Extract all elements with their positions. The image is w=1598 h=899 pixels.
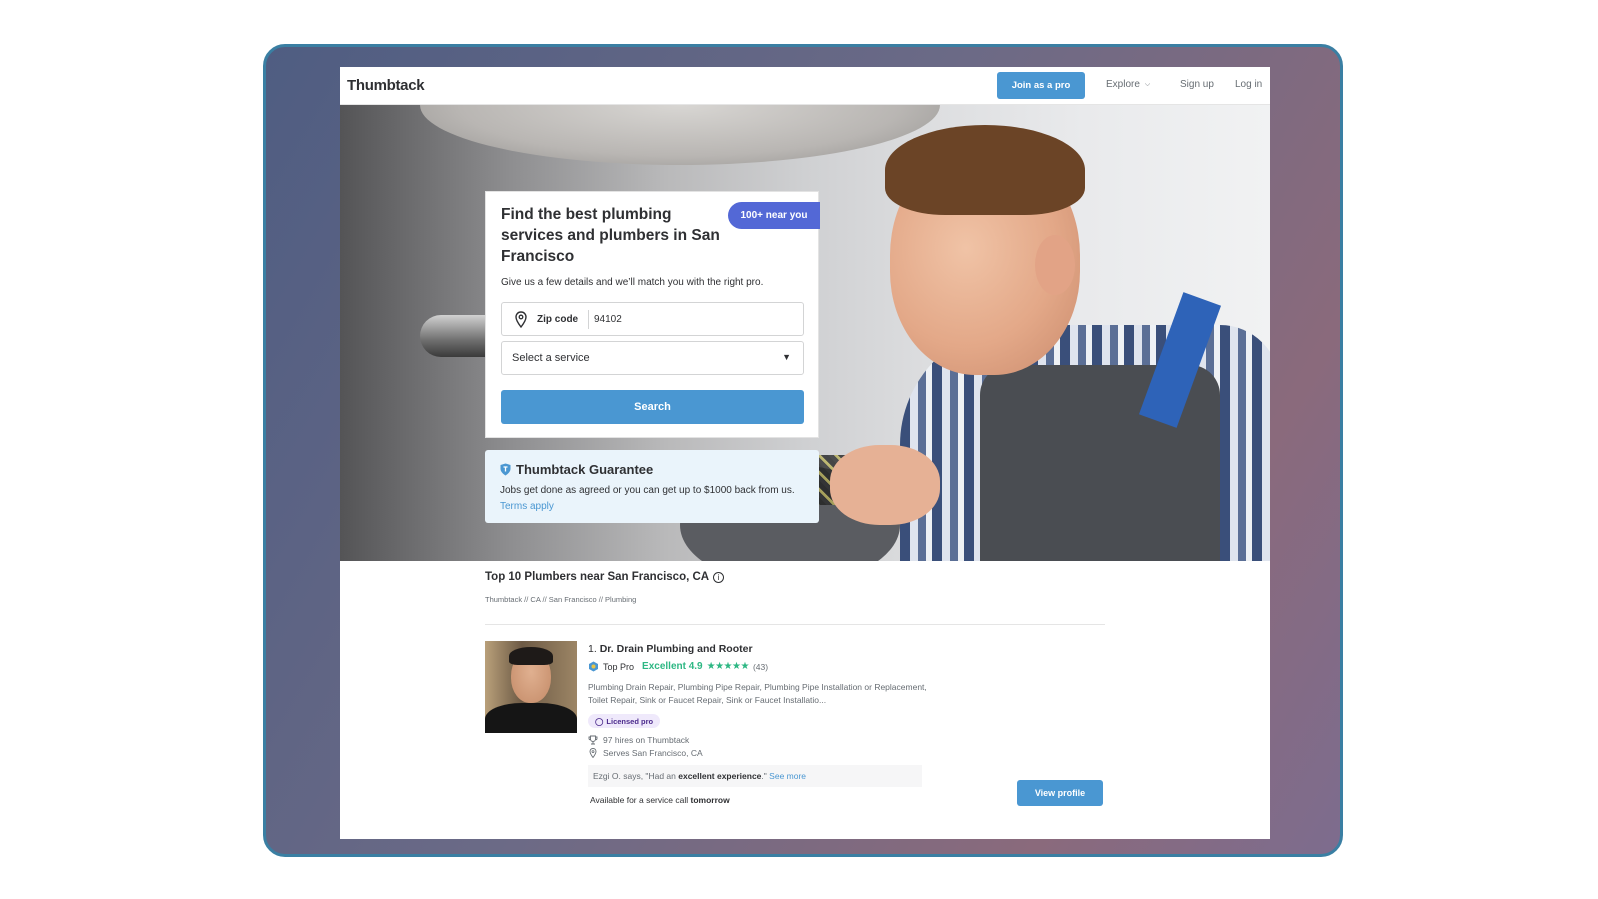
pro-name[interactable]: 1. Dr. Drain Plumbing and Rooter <box>588 643 753 655</box>
guarantee-text: Jobs get done as agreed or you can get u… <box>500 483 800 515</box>
guarantee-body: Jobs get done as agreed or you can get u… <box>500 485 795 496</box>
terms-apply-link[interactable]: Terms apply <box>500 501 554 512</box>
chevron-down-icon: ▼ <box>782 352 791 362</box>
hires-row: 97 hires on Thumbtack <box>588 735 689 745</box>
availability-prefix: Available for a service call <box>590 795 691 805</box>
check-circle-icon: ◯ <box>595 716 604 726</box>
availability-day: tomorrow <box>690 795 730 805</box>
serves-text: Serves San Francisco, CA <box>603 748 703 758</box>
near-you-badge: 100+ near you <box>728 202 820 229</box>
licensed-label: Licensed pro <box>606 716 654 726</box>
see-more-link[interactable]: See more <box>769 771 806 781</box>
serves-row: Serves San Francisco, CA <box>588 748 703 758</box>
plumber-ear <box>1035 235 1075 295</box>
browser-screen: Thumbtack Join as a pro Explore ⌵ Sign u… <box>340 67 1270 839</box>
pro-avatar[interactable] <box>485 641 577 733</box>
hires-text: 97 hires on Thumbtack <box>603 735 690 745</box>
quote-suffix: ." <box>761 771 767 781</box>
top-nav: Thumbtack Join as a pro Explore ⌵ Sign u… <box>340 67 1270 105</box>
listing-title: Top 10 Plumbers near San Francisco, CA i <box>485 571 725 583</box>
listing-title-text: Top 10 Plumbers near San Francisco, CA <box>485 571 710 583</box>
search-card: Find the best plumbing services and plum… <box>485 191 820 438</box>
quote-prefix: Ezgi O. says, "Had an <box>593 771 679 781</box>
rating-text: Excellent 4.9 <box>642 661 703 672</box>
avatar-shirt <box>485 703 577 733</box>
pro-name-text: Dr. Drain Plumbing and Rooter <box>599 643 753 655</box>
page-title: Find the best plumbing services and plum… <box>501 206 720 265</box>
device-frame: Thumbtack Join as a pro Explore ⌵ Sign u… <box>263 44 1343 857</box>
plumber-photo <box>830 115 1270 561</box>
log-in-link[interactable]: Log in <box>1235 79 1262 90</box>
review-quote: Ezgi O. says, "Had an excellent experien… <box>588 765 922 787</box>
location-pin-icon <box>589 748 597 758</box>
zip-divider <box>588 310 589 329</box>
breadcrumb[interactable]: Thumbtack // CA // San Francisco // Plum… <box>485 595 636 604</box>
card-subtitle: Give us a few details and we’ll match yo… <box>501 277 764 288</box>
shield-icon <box>500 463 511 476</box>
pro-rank: 1. <box>588 643 597 655</box>
pro-rating-row: Top Pro Excellent 4.9 ★★★★★ (43) <box>588 661 768 672</box>
service-select-label: Select a service <box>512 352 590 364</box>
location-pin-icon <box>515 311 527 328</box>
hero-banner: Find the best plumbing services and plum… <box>340 105 1270 561</box>
zip-code-input[interactable] <box>594 309 794 330</box>
top-pro-icon <box>589 661 598 672</box>
star-rating: ★★★★★ <box>706 661 750 672</box>
divider <box>485 624 1105 625</box>
info-icon[interactable]: i <box>713 571 725 583</box>
plumber-hand <box>830 445 940 525</box>
plumber-hair <box>885 125 1085 215</box>
join-as-pro-button[interactable]: Join as a pro <box>997 72 1085 99</box>
quote-highlight: excellent experience <box>678 771 762 781</box>
review-count: (43) <box>752 661 769 672</box>
service-select[interactable]: Select a service ▼ <box>501 341 804 375</box>
zip-code-label: Zip code <box>537 314 579 325</box>
explore-menu[interactable]: Explore ⌵ <box>1106 79 1150 90</box>
top-pro-label: Top Pro <box>603 661 635 672</box>
availability: Available for a service call tomorrow <box>590 795 730 805</box>
zip-code-field[interactable]: Zip code <box>501 302 804 336</box>
thumbtack-logo[interactable]: Thumbtack <box>347 77 425 94</box>
guarantee-box: Thumbtack Guarantee Jobs get done as agr… <box>485 450 819 523</box>
licensed-pro-badge: ◯ Licensed pro <box>588 714 661 728</box>
view-profile-button[interactable]: View profile <box>1017 780 1103 806</box>
trophy-icon <box>588 735 598 745</box>
pro-services: Plumbing Drain Repair, Plumbing Pipe Rep… <box>588 682 927 705</box>
explore-label: Explore <box>1106 79 1140 90</box>
chevron-down-icon: ⌵ <box>1144 80 1151 88</box>
guarantee-title: Thumbtack Guarantee <box>516 462 654 477</box>
sign-up-link[interactable]: Sign up <box>1180 79 1214 90</box>
avatar-hair <box>509 647 553 665</box>
search-button[interactable]: Search <box>501 390 804 424</box>
